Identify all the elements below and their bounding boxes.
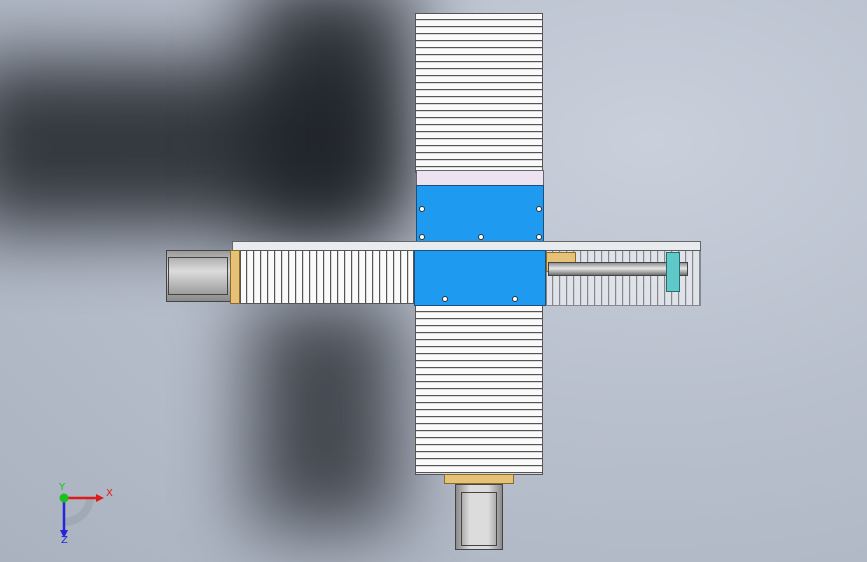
z-axis-label: Z xyxy=(61,535,68,544)
y-axis-label: Y xyxy=(58,482,66,493)
end-bearing[interactable] xyxy=(666,252,680,292)
carriage-screw xyxy=(536,206,542,212)
ambient-shadow xyxy=(250,300,400,530)
carriage-screw xyxy=(512,296,518,302)
horizontal-carriage[interactable] xyxy=(414,250,546,306)
x-axis-label: X xyxy=(106,488,113,499)
vertical-bellows-bottom[interactable] xyxy=(415,305,543,475)
left-coupling[interactable] xyxy=(230,250,240,304)
ambient-shadow xyxy=(250,0,410,230)
vertical-bellows-top[interactable] xyxy=(415,13,543,173)
bottom-motor-slot xyxy=(461,492,497,546)
y-axis-dot xyxy=(59,493,69,503)
carriage-screw xyxy=(419,206,425,212)
carriage-screw xyxy=(419,234,425,240)
carriage-screw xyxy=(536,234,542,240)
3d-model-viewport[interactable]: X Y Z xyxy=(0,0,867,562)
bottom-coupling[interactable] xyxy=(444,474,514,484)
axis-triad: X Y Z xyxy=(58,482,113,544)
horizontal-bellows-left[interactable] xyxy=(240,250,414,304)
carriage-top-plate[interactable] xyxy=(416,170,544,186)
x-axis-arrowhead xyxy=(96,494,104,502)
left-motor-slot xyxy=(168,257,228,295)
carriage-screw xyxy=(442,296,448,302)
carriage-screw xyxy=(478,234,484,240)
triad-arc xyxy=(63,497,94,527)
